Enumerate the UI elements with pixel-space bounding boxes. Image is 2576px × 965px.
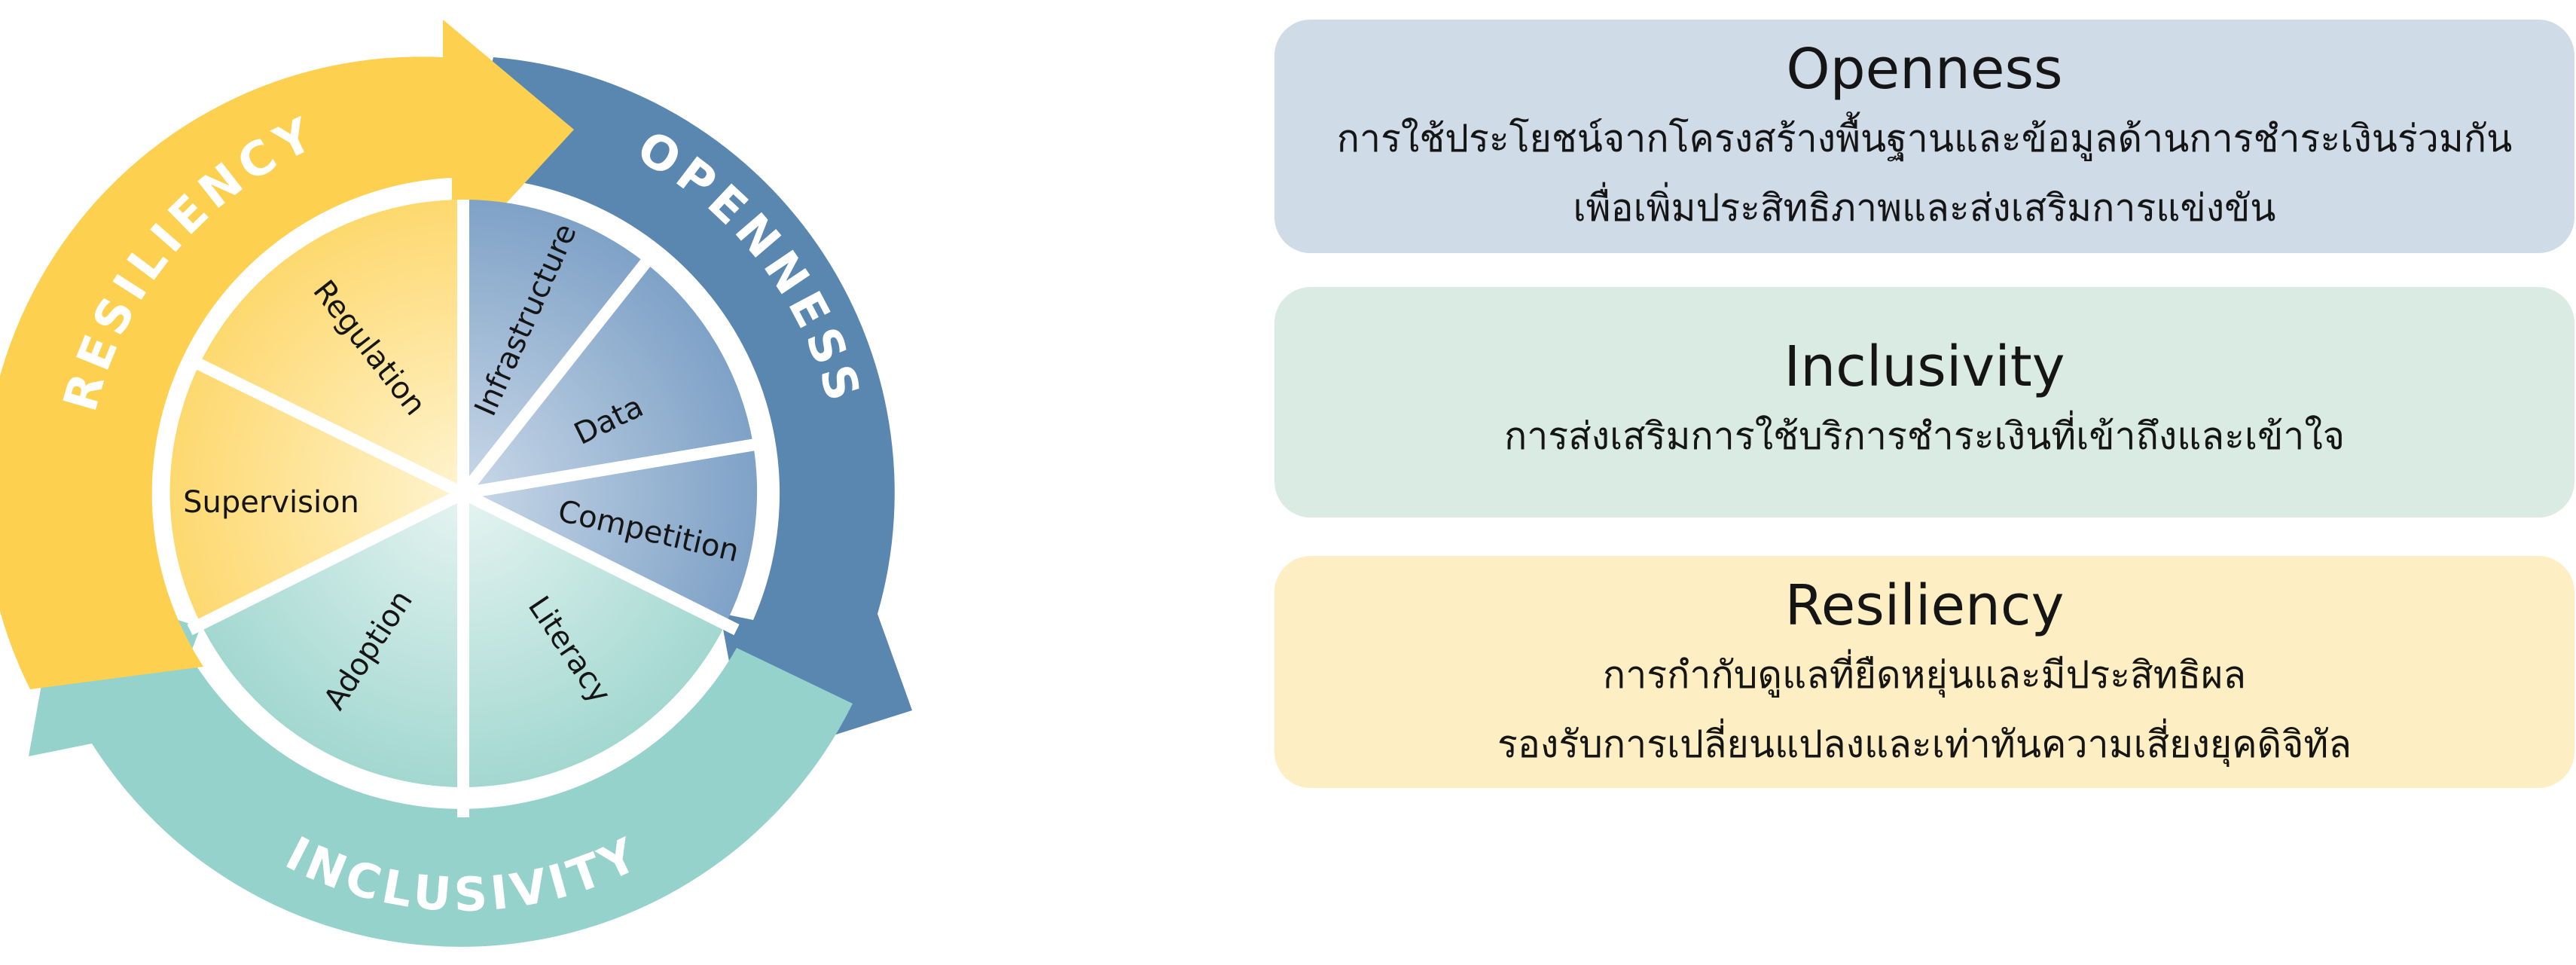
openness-card-line-1: การใช้ประโยชน์จากโครงสร้างพื้นฐานและข้อม… bbox=[1336, 117, 2513, 160]
framework-diagram: RESILIENCY OPENNESS INCLUSIVITY Regulati… bbox=[0, 20, 912, 947]
resiliency-card-line-1: การกำกับดูแลที่ยืดหยุ่นและมีประสิทธิผล bbox=[1602, 653, 2247, 697]
resiliency-card-title: Resiliency bbox=[1784, 573, 2065, 638]
resiliency-card: Resiliency การกำกับดูแลที่ยืดหยุ่นและมีป… bbox=[1274, 556, 2574, 788]
resiliency-card-line-2: รองรับการเปลี่ยนแปลงและเท่าทันความเสี่ยง… bbox=[1497, 722, 2352, 766]
segment-label-supervision: Supervision bbox=[183, 485, 359, 520]
openness-card-title: Openness bbox=[1786, 37, 2063, 102]
inclusivity-card-line-1: การส่งเสริมการใช้บริการชำระเงินที่เข้าถึ… bbox=[1503, 414, 2346, 458]
openness-card: Openness การใช้ประโยชน์จากโครงสร้างพื้นฐ… bbox=[1274, 20, 2574, 253]
inclusivity-card-title: Inclusivity bbox=[1784, 334, 2065, 399]
openness-card-line-2: เพื่อเพิ่มประสิทธิภาพและส่งเสริมการแข่งข… bbox=[1573, 186, 2276, 230]
inclusivity-card: Inclusivity การส่งเสริมการใช้บริการชำระเ… bbox=[1274, 287, 2574, 518]
